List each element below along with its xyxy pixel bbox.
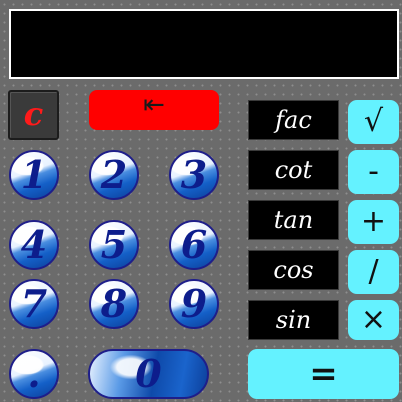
digit-8-button[interactable]: 8 xyxy=(89,279,139,329)
digit-2-button[interactable]: 2 xyxy=(89,150,139,200)
divide-button[interactable]: / xyxy=(348,250,399,294)
digit-7-button[interactable]: 7 xyxy=(9,279,59,329)
multiply-button[interactable]: × xyxy=(348,300,399,340)
digit-6-button[interactable]: 6 xyxy=(169,220,219,270)
sqrt-button[interactable]: √ xyxy=(348,100,399,144)
cos-button[interactable]: cos xyxy=(248,250,339,290)
decimal-point-button[interactable]: . xyxy=(9,349,59,399)
plus-button[interactable]: + xyxy=(348,200,399,244)
tan-button[interactable]: tan xyxy=(248,200,339,240)
digit-5-button[interactable]: 5 xyxy=(89,220,139,270)
digit-1-button[interactable]: 1 xyxy=(9,150,59,200)
factorial-button[interactable]: fac xyxy=(248,100,339,140)
backspace-button[interactable]: ⇤ xyxy=(89,90,219,130)
digit-0-button[interactable]: 0 xyxy=(88,349,209,399)
digit-4-button[interactable]: 4 xyxy=(9,220,59,270)
sin-button[interactable]: sin xyxy=(248,300,339,340)
digit-9-button[interactable]: 9 xyxy=(169,279,219,329)
clear-button[interactable]: c xyxy=(8,90,59,140)
result-display xyxy=(9,9,399,79)
digit-3-button[interactable]: 3 xyxy=(169,150,219,200)
equals-button[interactable]: = xyxy=(248,349,399,399)
cot-button[interactable]: cot xyxy=(248,150,339,190)
minus-button[interactable]: - xyxy=(348,150,399,194)
